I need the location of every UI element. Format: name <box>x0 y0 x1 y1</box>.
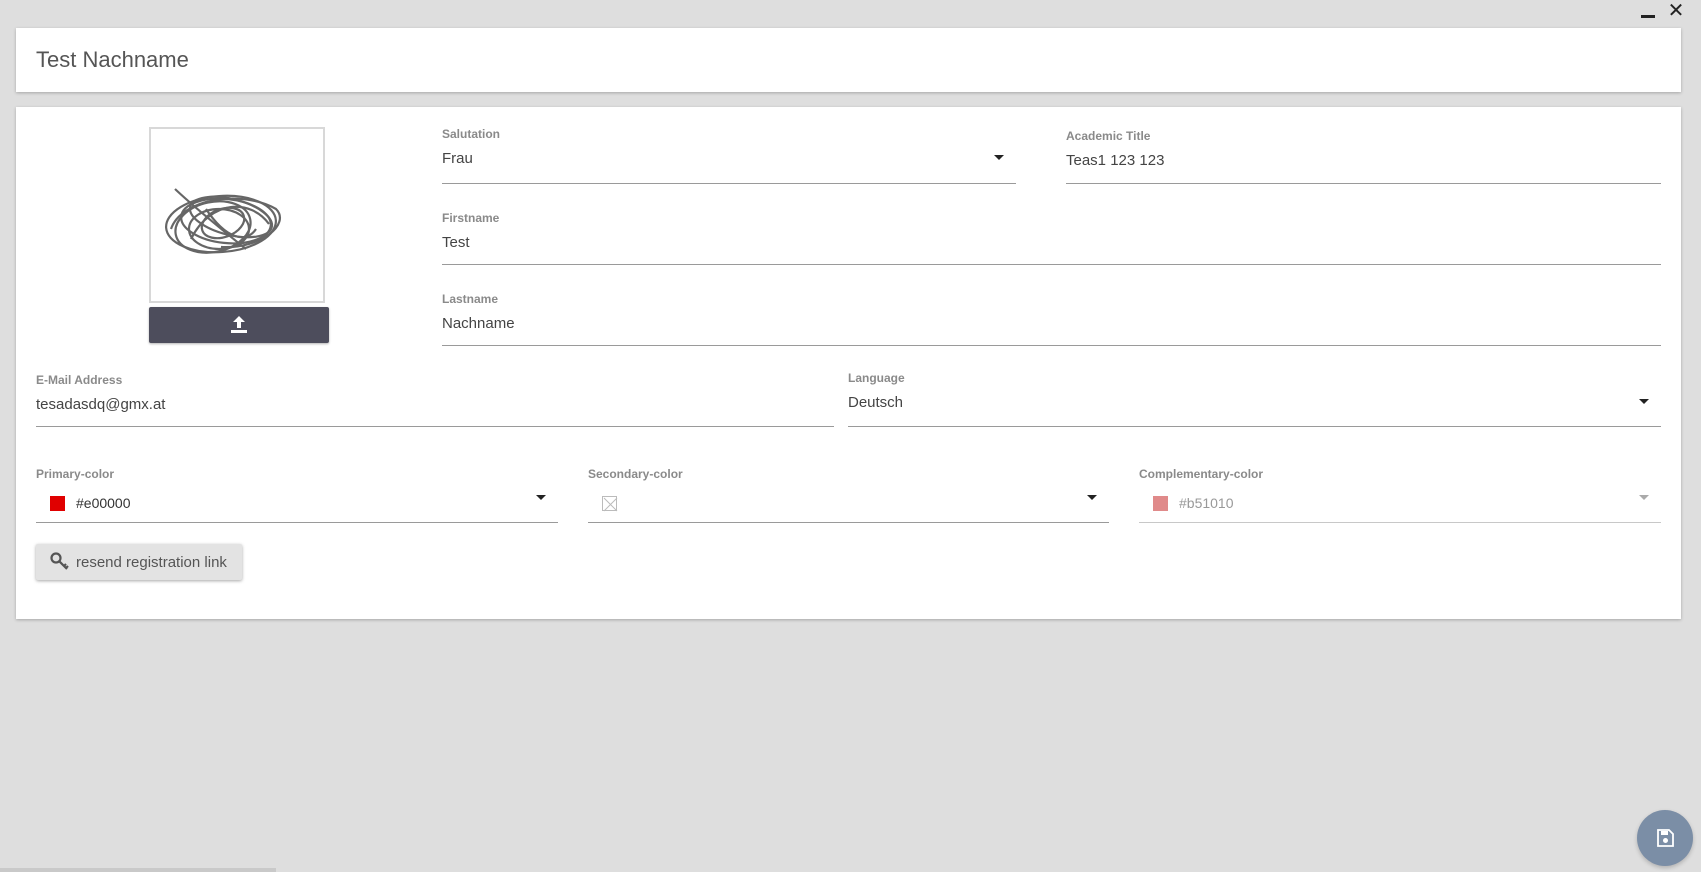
signature-scribble <box>164 188 282 254</box>
minimize-icon <box>1641 14 1655 18</box>
complementary-color-swatch <box>1153 496 1168 511</box>
firstname-label: Firstname <box>442 211 500 225</box>
save-button[interactable] <box>1637 810 1693 866</box>
upload-button[interactable] <box>149 307 329 343</box>
email-value: tesadasdq@gmx.at <box>36 396 166 413</box>
close-icon: ✕ <box>1667 0 1685 22</box>
resend-registration-label: resend registration link <box>76 553 227 571</box>
lastname-field[interactable]: Lastname Nachname <box>442 292 1661 346</box>
empty-swatch-icon <box>602 496 618 512</box>
primary-color-label: Primary-color <box>36 467 115 481</box>
academic-title-label: Academic Title <box>1066 129 1151 143</box>
salutation-value: Frau <box>442 150 473 167</box>
secondary-color-label: Secondary-color <box>588 467 683 481</box>
chevron-down-icon <box>994 155 1004 160</box>
language-select[interactable]: Language Deutsch <box>848 371 1661 427</box>
firstname-value: Test <box>442 234 470 251</box>
chevron-down-icon <box>536 495 546 500</box>
resend-registration-button[interactable]: resend registration link <box>36 544 242 580</box>
primary-color-value: #e00000 <box>76 495 131 511</box>
chevron-down-icon <box>1639 399 1649 404</box>
user-form-card: Salutation Frau Academic Title Teas1 123… <box>16 107 1681 619</box>
language-label: Language <box>848 371 905 385</box>
key-icon <box>50 552 69 570</box>
lastname-value: Nachname <box>442 315 515 332</box>
avatar-image <box>149 127 325 303</box>
language-value: Deutsch <box>848 394 904 411</box>
complementary-color-select: Complementary-color #b51010 <box>1139 467 1661 523</box>
minimize-button[interactable] <box>1639 2 1657 20</box>
secondary-color-select[interactable]: Secondary-color <box>588 467 1109 523</box>
horizontal-scrollbar[interactable] <box>0 868 276 872</box>
chevron-down-icon <box>1087 495 1097 500</box>
complementary-color-value: #b51010 <box>1179 495 1234 511</box>
salutation-label: Salutation <box>442 127 501 141</box>
primary-color-select[interactable]: Primary-color #e00000 <box>36 467 558 523</box>
email-field[interactable]: E-Mail Address tesadasdq@gmx.at <box>36 373 834 427</box>
email-label: E-Mail Address <box>36 373 123 387</box>
academic-title-value: Teas1 123 123 <box>1066 152 1165 169</box>
window-controls: ✕ <box>1639 0 1685 22</box>
lastname-label: Lastname <box>442 292 499 306</box>
salutation-select[interactable]: Salutation Frau <box>442 127 1016 184</box>
academic-title-field[interactable]: Academic Title Teas1 123 123 <box>1066 129 1661 184</box>
firstname-field[interactable]: Firstname Test <box>442 211 1661 265</box>
primary-color-swatch <box>50 496 65 511</box>
complementary-color-label: Complementary-color <box>1139 467 1264 481</box>
page-title: Test Nachname <box>36 47 189 72</box>
upload-icon <box>231 316 247 333</box>
save-icon <box>1657 829 1674 847</box>
close-button[interactable]: ✕ <box>1667 0 1685 22</box>
chevron-down-icon <box>1639 495 1649 500</box>
header-card: Test Nachname <box>16 28 1681 92</box>
